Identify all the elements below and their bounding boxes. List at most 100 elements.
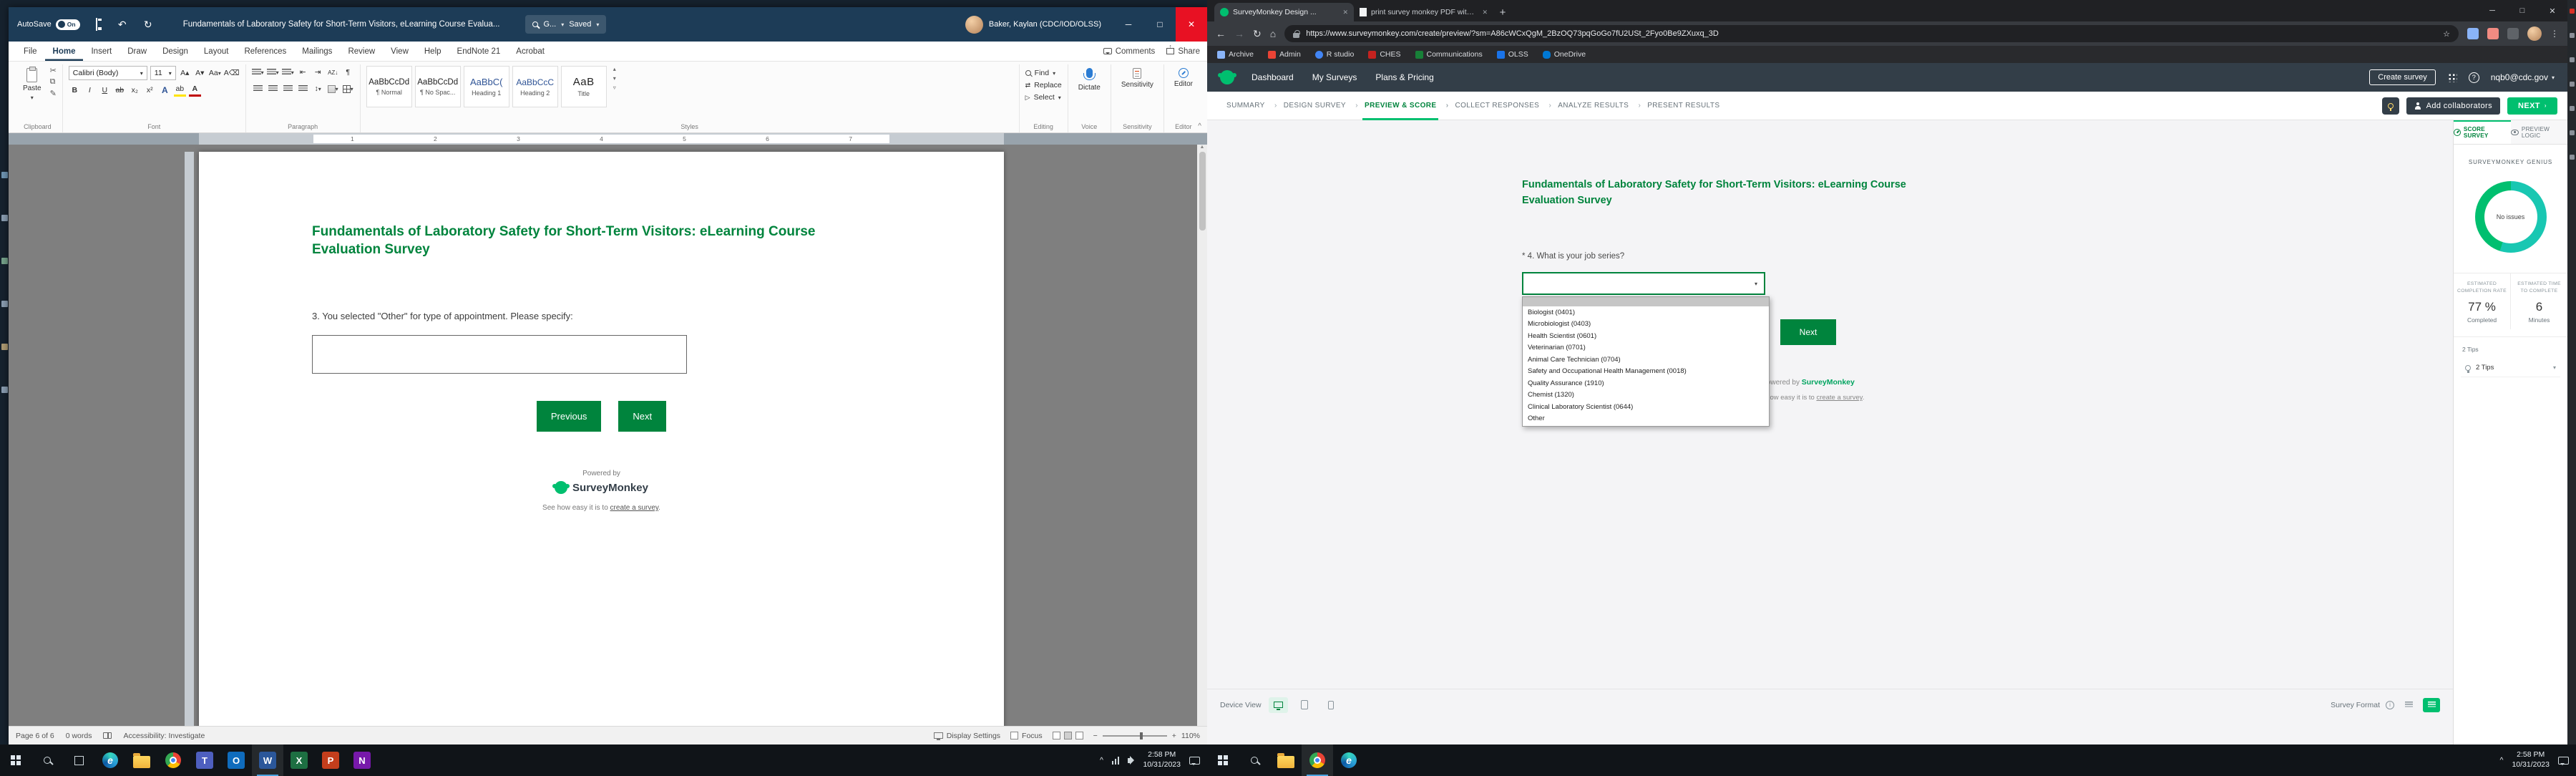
side-dock-icon[interactable]	[2570, 82, 2575, 87]
highlight-button[interactable]: ab	[174, 84, 186, 97]
create-survey-button[interactable]: Create survey	[2369, 69, 2435, 85]
minimize-button[interactable]: ─	[2477, 0, 2507, 21]
underline-button[interactable]: U	[99, 84, 111, 97]
tips-icon-button[interactable]	[2382, 97, 2399, 115]
save-icon[interactable]	[87, 19, 106, 30]
tray-expand-icon[interactable]: ^	[2500, 756, 2504, 765]
close-tab-icon[interactable]: ✕	[1482, 9, 1488, 16]
edge-icon[interactable]: e	[94, 745, 126, 776]
start-button[interactable]	[1207, 745, 1239, 776]
proofing-icon[interactable]	[103, 732, 112, 739]
extension-icon[interactable]	[2487, 28, 2499, 39]
ribbon-tab[interactable]: Mailings	[294, 42, 340, 61]
create-survey-link[interactable]: create a survey	[610, 504, 659, 512]
chrome-icon[interactable]	[1302, 745, 1333, 776]
bookmark-item[interactable]: OLSS	[1497, 50, 1528, 59]
multilevel-list-button[interactable]: ▾	[282, 66, 294, 79]
zoom-slider[interactable]	[1103, 735, 1167, 737]
bookmark-item[interactable]: OneDrive	[1543, 50, 1586, 59]
taskbar-clock[interactable]: 2:58 PM10/31/2023	[1143, 750, 1181, 770]
style-cell[interactable]: AaBbCcC Heading 2	[512, 66, 558, 107]
style-cell[interactable]: AaBbCcDd ¶ No Spac...	[415, 66, 461, 107]
step-tab[interactable]: DESIGN SURVEY	[1274, 92, 1355, 120]
line-spacing-button[interactable]: ↕▾	[312, 82, 324, 95]
new-tab-button[interactable]: +	[1493, 3, 1512, 21]
decrease-indent-button[interactable]: ⇤	[297, 66, 309, 79]
tab-score-survey[interactable]: SCORE SURVEY	[2454, 120, 2511, 144]
ribbon-tab[interactable]: View	[383, 42, 416, 61]
next-step-button[interactable]: NEXT›	[2507, 97, 2557, 115]
url-bar[interactable]: https://www.surveymonkey.com/create/prev…	[1284, 25, 2459, 42]
ribbon-tab[interactable]: EndNote 21	[449, 42, 509, 61]
select-button[interactable]: ▷Select▾	[1025, 93, 1062, 102]
sensitivity-button[interactable]: Sensitivity	[1117, 66, 1158, 91]
side-dock-icon[interactable]	[2570, 130, 2575, 135]
desktop-icon[interactable]	[1, 344, 8, 350]
increase-indent-button[interactable]: ⇥	[312, 66, 324, 79]
web-layout-icon[interactable]	[1075, 732, 1083, 739]
browser-tab-surveymonkey[interactable]: SurveyMonkey Design ... ✕	[1214, 3, 1354, 21]
dropdown-option[interactable]: Quality Assurance (1910)	[1523, 377, 1769, 389]
ribbon-tab[interactable]: Insert	[83, 42, 119, 61]
dropdown-option[interactable]: Other	[1523, 413, 1769, 425]
shrink-font-button[interactable]: A▾	[194, 67, 206, 79]
apps-grid-icon[interactable]	[2447, 72, 2457, 82]
volume-icon[interactable]	[1128, 758, 1131, 763]
notifications-icon[interactable]	[1189, 757, 1200, 765]
chrome-icon[interactable]	[157, 745, 189, 776]
survey-next-button[interactable]: Next	[1780, 319, 1836, 345]
create-survey-link[interactable]: create a survey	[1816, 394, 1862, 402]
maximize-button[interactable]: □	[1144, 7, 1176, 42]
step-tab[interactable]: PREVIEW & SCORE	[1355, 92, 1445, 120]
editor-button[interactable]: Editor	[1170, 66, 1197, 90]
vertical-ruler[interactable]	[185, 152, 194, 726]
style-cell[interactable]: AaB Title	[561, 66, 607, 107]
change-case-button[interactable]: Aa▾	[209, 67, 221, 79]
align-right-button[interactable]	[282, 82, 294, 95]
minimize-button[interactable]: ─	[1113, 7, 1144, 42]
bookmark-item[interactable]: Archive	[1217, 50, 1254, 59]
open-text-field[interactable]	[312, 335, 687, 374]
side-dock-icon[interactable]	[2570, 155, 2575, 160]
align-left-button[interactable]	[252, 82, 264, 95]
horizontal-ruler[interactable]: 1234567	[9, 133, 1207, 145]
search-box[interactable]: G... ▾ Saved ▾	[525, 15, 606, 34]
copy-button[interactable]: ⧉	[50, 77, 57, 87]
text-effects-button[interactable]: A	[159, 84, 171, 97]
ribbon-tab[interactable]: Home	[45, 42, 84, 61]
surveymonkey-logo-icon[interactable]	[1220, 70, 1234, 84]
desktop-icon[interactable]	[1, 387, 8, 393]
ribbon-tab[interactable]: Draw	[119, 42, 155, 61]
job-series-select[interactable]: ▾	[1522, 272, 1765, 295]
tray-expand-icon[interactable]: ^	[1100, 756, 1103, 765]
desktop-view-button[interactable]	[1269, 697, 1288, 713]
browser-tab-pdf[interactable]: print survey monkey PDF with a... ✕	[1354, 3, 1493, 21]
close-button[interactable]: ✕	[2537, 0, 2567, 21]
display-settings-button[interactable]: Display Settings	[934, 732, 1000, 740]
account-menu[interactable]: nqb0@cdc.gov▾	[2491, 72, 2555, 82]
file-explorer-icon[interactable]	[1270, 745, 1302, 776]
bookmark-star-icon[interactable]: ☆	[2443, 29, 2450, 39]
start-button[interactable]	[0, 745, 31, 776]
taskbar-search-icon[interactable]	[31, 745, 63, 776]
ribbon-tab[interactable]: Review	[340, 42, 383, 61]
font-name-combo[interactable]: Calibri (Body)▾	[69, 66, 147, 80]
justify-button[interactable]	[297, 82, 309, 95]
next-button[interactable]: Next	[618, 401, 666, 432]
ribbon-tab[interactable]: File	[16, 42, 45, 61]
side-dock-icon[interactable]	[2570, 9, 2575, 14]
scrolling-format-button[interactable]	[2423, 698, 2440, 712]
word-icon[interactable]: W	[252, 745, 283, 776]
redo-icon[interactable]: ↻	[139, 19, 157, 31]
superscript-button[interactable]: x²	[144, 84, 156, 97]
taskbar-clock[interactable]: 2:58 PM10/31/2023	[2512, 750, 2550, 770]
bookmark-item[interactable]: Admin	[1268, 50, 1301, 59]
tips-expander-row[interactable]: 2 Tips ▾	[2461, 359, 2560, 377]
font-color-button[interactable]: A	[189, 84, 201, 97]
dropdown-option[interactable]: Chemist (1320)	[1523, 389, 1769, 402]
bookmark-item[interactable]: R studio	[1315, 50, 1355, 59]
ribbon-tab[interactable]: Layout	[196, 42, 237, 61]
desktop-icon[interactable]	[1, 258, 8, 264]
word-count[interactable]: 0 words	[66, 732, 92, 740]
share-button[interactable]: Share	[1166, 47, 1200, 56]
